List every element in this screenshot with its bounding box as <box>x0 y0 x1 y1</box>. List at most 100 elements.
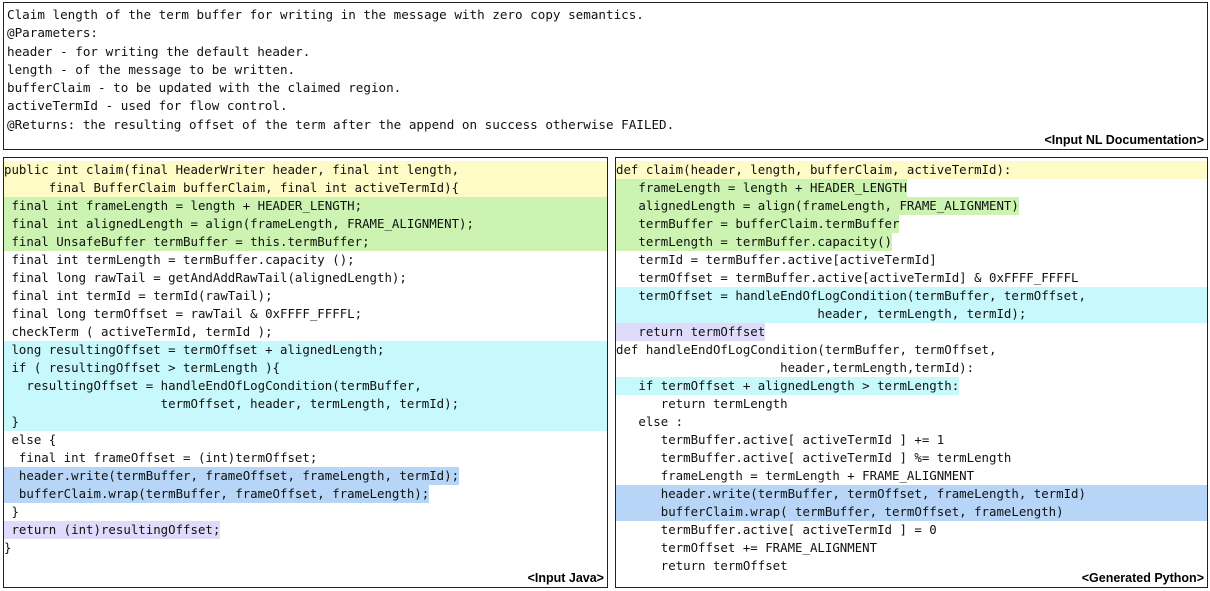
python-code-line: termOffset += FRAME_ALIGNMENT <box>616 539 1207 557</box>
java-code-text: final BufferClaim bufferClaim, final int… <box>4 179 607 197</box>
java-code-text: final int alignedLength = align(frameLen… <box>4 215 607 233</box>
python-code-text: return termLength <box>616 396 788 411</box>
java-code-text: resultingOffset = handleEndOfLogConditio… <box>4 377 607 395</box>
java-code-line: public int claim(final HeaderWriter head… <box>4 161 607 179</box>
java-code-text: } <box>4 413 607 431</box>
java-code-line: final long rawTail = getAndAddRawTail(al… <box>4 269 607 287</box>
java-code-text: final long termOffset = rawTail & 0xFFFF… <box>4 306 363 321</box>
python-code-line: termBuffer.active[ activeTermId ] += 1 <box>616 431 1207 449</box>
java-code-line: final long termOffset = rawTail & 0xFFFF… <box>4 305 607 323</box>
python-code-text: termId = termBuffer.active[activeTermId] <box>616 252 937 267</box>
python-code-line: frameLength = length + HEADER_LENGTH <box>616 179 1207 197</box>
python-code-line: termId = termBuffer.active[activeTermId] <box>616 251 1207 269</box>
doc-line: header - for writing the default header. <box>7 43 311 59</box>
python-code-text: def handleEndOfLogCondition(termBuffer, … <box>616 342 997 357</box>
java-code-line: header.write(termBuffer, frameOffset, fr… <box>4 467 607 485</box>
java-tag: <Input Java> <box>527 571 604 585</box>
java-code-line: bufferClaim.wrap(termBuffer, frameOffset… <box>4 485 607 503</box>
doc-line: activeTermId - used for flow control. <box>7 98 288 114</box>
python-code-line: frameLength = termLength + FRAME_ALIGNME… <box>616 467 1207 485</box>
python-code-line: header,termLength,termId): <box>616 359 1207 377</box>
java-code-text: final long rawTail = getAndAddRawTail(al… <box>4 270 407 285</box>
java-code-text: final int frameOffset = (int)termOffset; <box>4 450 318 465</box>
python-code-line: termLength = termBuffer.capacity() <box>616 233 1207 251</box>
python-code-text: frameLength = length + HEADER_LENGTH <box>616 179 907 197</box>
java-code-text: if ( resultingOffset > termLength ){ <box>4 359 607 377</box>
nl-documentation-panel: Claim length of the term buffer for writ… <box>3 2 1208 150</box>
python-code-line: termOffset = termBuffer.active[activeTer… <box>616 269 1207 287</box>
python-code-text: termBuffer.active[ activeTermId ] %= ter… <box>616 450 1012 465</box>
doc-line: length - of the message to be written. <box>7 61 296 77</box>
python-code-line: def claim(header, length, bufferClaim, a… <box>616 161 1207 179</box>
java-code-text: checkTerm ( activeTermId, termId ); <box>4 324 273 339</box>
python-code-line: termBuffer = bufferClaim.termBuffer <box>616 215 1207 233</box>
doc-line: Claim length of the term buffer for writ… <box>7 7 644 22</box>
java-code-text: } <box>4 540 12 555</box>
java-code-line: final BufferClaim bufferClaim, final int… <box>4 179 607 197</box>
java-code-line: if ( resultingOffset > termLength ){ <box>4 359 607 377</box>
java-code-line: final int frameLength = length + HEADER_… <box>4 197 607 215</box>
python-code-line: alignedLength = align(frameLength, FRAME… <box>616 197 1207 215</box>
python-code-line: termBuffer.active[ activeTermId ] %= ter… <box>616 449 1207 467</box>
doc-line: @Parameters: <box>7 25 98 41</box>
python-code-text: header,termLength,termId): <box>616 360 975 375</box>
python-code-line: def handleEndOfLogCondition(termBuffer, … <box>616 341 1207 359</box>
java-code-text: termOffset, header, termLength, termId); <box>4 395 607 413</box>
python-code-text: header.write(termBuffer, termOffset, fra… <box>616 485 1207 503</box>
python-code-text: termBuffer.active[ activeTermId ] += 1 <box>616 432 945 447</box>
python-code-text: else : <box>616 414 684 429</box>
java-code-panel: public int claim(final HeaderWriter head… <box>3 157 608 588</box>
java-code-text: final int termLength = termBuffer.capaci… <box>4 252 355 267</box>
python-code-text: return termOffset <box>616 558 788 573</box>
python-code-line: else : <box>616 413 1207 431</box>
java-code-line: resultingOffset = handleEndOfLogConditio… <box>4 377 607 395</box>
java-code-line: long resultingOffset = termOffset + alig… <box>4 341 607 359</box>
java-code-text: public int claim(final HeaderWriter head… <box>4 161 607 179</box>
python-code-line: return termOffset <box>616 323 1207 341</box>
python-code-text: termOffset += FRAME_ALIGNMENT <box>616 540 878 555</box>
java-code-line: } <box>4 539 607 557</box>
python-code-text: header, termLength, termId); <box>616 305 1207 323</box>
python-code-line: if termOffset + alignedLength > termLeng… <box>616 377 1207 395</box>
java-code-text: header.write(termBuffer, frameOffset, fr… <box>4 467 460 485</box>
doc-line: bufferClaim - to be updated with the cla… <box>7 80 402 96</box>
python-code-text: termBuffer.active[ activeTermId ] = 0 <box>616 522 937 537</box>
python-code-text: bufferClaim.wrap( termBuffer, termOffset… <box>616 503 1207 521</box>
java-code-line: else { <box>4 431 607 449</box>
java-code-line: final int frameOffset = (int)termOffset; <box>4 449 607 467</box>
java-code-line: } <box>4 413 607 431</box>
python-code: def claim(header, length, bufferClaim, a… <box>616 161 1207 575</box>
java-code-line: termOffset, header, termLength, termId); <box>4 395 607 413</box>
nl-documentation-tag: <Input NL Documentation> <box>1044 133 1204 147</box>
python-code-line: return termLength <box>616 395 1207 413</box>
python-code-line: termOffset = handleEndOfLogCondition(ter… <box>616 287 1207 305</box>
java-code-line: } <box>4 503 607 521</box>
python-code-text: if termOffset + alignedLength > termLeng… <box>616 377 960 395</box>
doc-line: @Returns: the resulting offset of the te… <box>7 116 675 132</box>
java-code-text: final UnsafeBuffer termBuffer = this.ter… <box>4 233 607 251</box>
python-code-text: return termOffset <box>616 323 766 341</box>
python-code-text: frameLength = termLength + FRAME_ALIGNME… <box>616 468 975 483</box>
python-code-line: termBuffer.active[ activeTermId ] = 0 <box>616 521 1207 539</box>
java-code-text: final int frameLength = length + HEADER_… <box>4 197 607 215</box>
java-code-text: long resultingOffset = termOffset + alig… <box>4 341 607 359</box>
python-code-line: header, termLength, termId); <box>616 305 1207 323</box>
java-code-text: return (int)resultingOffset; <box>4 521 221 539</box>
java-code-line: final int termId = termId(rawTail); <box>4 287 607 305</box>
python-code-line: bufferClaim.wrap( termBuffer, termOffset… <box>616 503 1207 521</box>
python-code-text: termBuffer = bufferClaim.termBuffer <box>616 215 900 233</box>
java-code-line: return (int)resultingOffset; <box>4 521 607 539</box>
python-code-text: termLength = termBuffer.capacity() <box>616 233 893 251</box>
documentation-text: Claim length of the term buffer for writ… <box>4 6 1207 134</box>
java-code-line: final int alignedLength = align(frameLen… <box>4 215 607 233</box>
java-code-line: final int termLength = termBuffer.capaci… <box>4 251 607 269</box>
python-code-line: header.write(termBuffer, termOffset, fra… <box>616 485 1207 503</box>
python-code-text: termOffset = termBuffer.active[activeTer… <box>616 270 1079 285</box>
python-code-text: def claim(header, length, bufferClaim, a… <box>616 161 1207 179</box>
java-code-text: } <box>4 504 19 519</box>
java-code-text: final int termId = termId(rawTail); <box>4 288 273 303</box>
java-code-text: else { <box>4 432 57 447</box>
java-code-text: bufferClaim.wrap(termBuffer, frameOffset… <box>4 485 430 503</box>
java-code-line: checkTerm ( activeTermId, termId ); <box>4 323 607 341</box>
python-code-text: alignedLength = align(frameLength, FRAME… <box>616 197 1019 215</box>
